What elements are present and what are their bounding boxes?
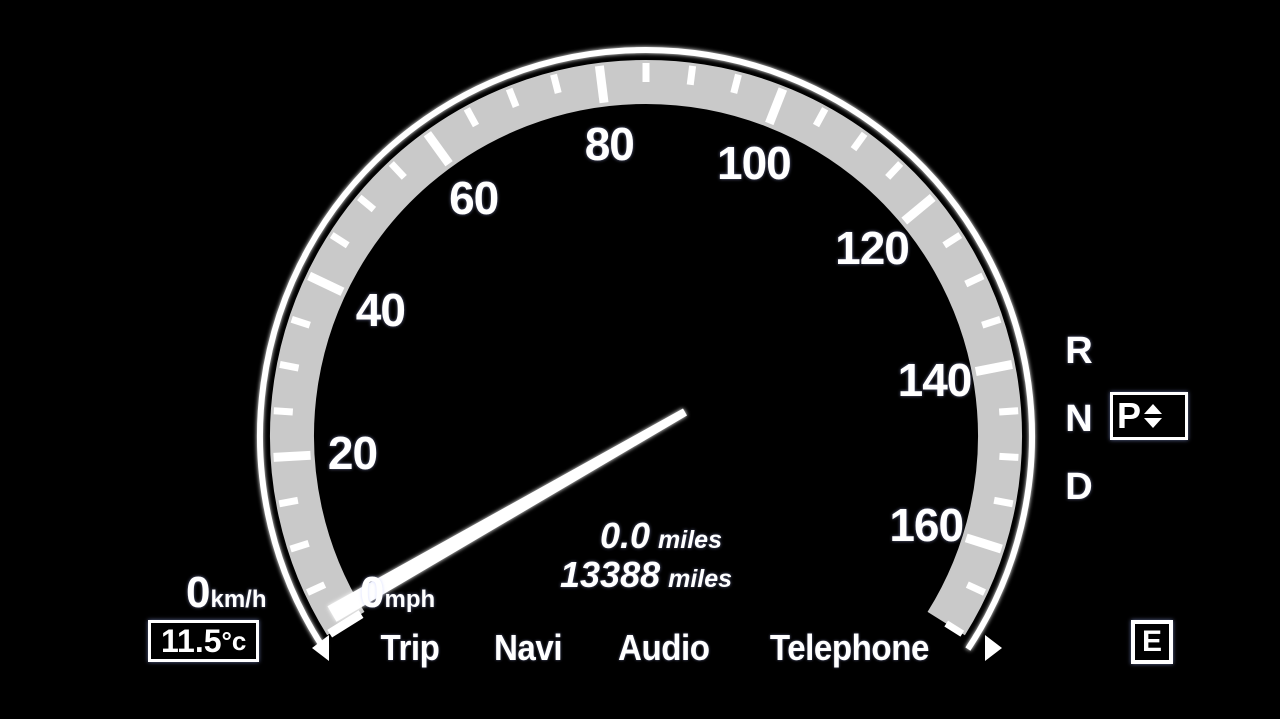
triangle-right-icon[interactable]	[984, 635, 1002, 661]
menu-item-telephone[interactable]: Telephone	[770, 627, 929, 669]
trip-distance-row: 0.0 miles	[600, 515, 732, 556]
speed-readout-kmh: 0km/h	[186, 568, 267, 618]
speed-value-kmh: 0	[186, 568, 211, 617]
scale-label-160: 160	[889, 499, 964, 552]
scale-label-140: 140	[897, 353, 973, 406]
speed-value-mph: 0	[360, 568, 385, 617]
instrument-cluster-screen: 20 40 60 80 100 120 140 160 0km/h 0mph 0.0 miles…	[0, 0, 1280, 719]
temperature-unit: °c	[221, 626, 247, 656]
gear-spinner-icon	[1144, 404, 1163, 428]
speed-unit-mph: mph	[384, 586, 436, 613]
odometer-row: 13388 miles	[560, 553, 733, 595]
gear-position-n: N	[1065, 398, 1093, 440]
gear-selected-box: P	[1110, 392, 1188, 440]
scale-label-60: 60	[449, 171, 499, 224]
dial-minor-tick	[273, 407, 294, 416]
gear-position-r: R	[1065, 330, 1093, 372]
temperature-value: 11.5	[161, 623, 222, 659]
dial-minor-tick	[999, 452, 1019, 461]
speed-readout-mph: 0mph	[360, 568, 435, 618]
eco-mode-letter: E	[1141, 625, 1162, 658]
gear-selector-indicator: R N D P	[1062, 330, 1202, 520]
gear-selected-letter: P	[1117, 395, 1142, 436]
menu-item-navi[interactable]: Navi	[494, 627, 563, 669]
trip-computer-readout: 0.0 miles 13388 miles	[560, 515, 733, 595]
scale-label-80: 80	[584, 118, 635, 171]
menu-item-trip[interactable]: Trip	[381, 627, 440, 669]
dial-minor-tick	[279, 361, 300, 372]
menu-item-audio[interactable]: Audio	[618, 627, 710, 669]
speed-unit-kmh: km/h	[210, 586, 267, 613]
dial-minor-tick	[686, 65, 697, 86]
gear-position-d: D	[1065, 466, 1093, 508]
dial-minor-tick	[993, 496, 1014, 508]
scale-label-120: 120	[835, 221, 910, 274]
dial-major-tick	[594, 65, 609, 104]
dial-major-tick	[273, 450, 311, 462]
outside-temperature-box: 11.5 °c	[148, 620, 260, 662]
scale-label-40: 40	[355, 283, 406, 336]
odometer-unit: miles	[668, 564, 733, 593]
triangle-down-icon	[1144, 418, 1163, 428]
scale-label-100: 100	[717, 136, 792, 189]
trip-distance-unit: miles	[658, 526, 722, 554]
dial-minor-tick	[998, 407, 1019, 416]
odometer-value: 13388	[560, 553, 661, 595]
dial-minor-tick	[278, 496, 299, 508]
scale-label-20: 20	[327, 426, 378, 479]
triangle-up-icon	[1144, 404, 1163, 414]
dial-minor-tick	[550, 73, 562, 94]
eco-mode-indicator: E	[1131, 620, 1173, 664]
trip-distance-value: 0.0	[600, 515, 651, 556]
triangle-left-icon[interactable]	[312, 635, 329, 661]
dial-minor-tick	[730, 73, 742, 94]
bottom-menu-bar: Trip Navi Audio Telephone	[312, 622, 1002, 674]
